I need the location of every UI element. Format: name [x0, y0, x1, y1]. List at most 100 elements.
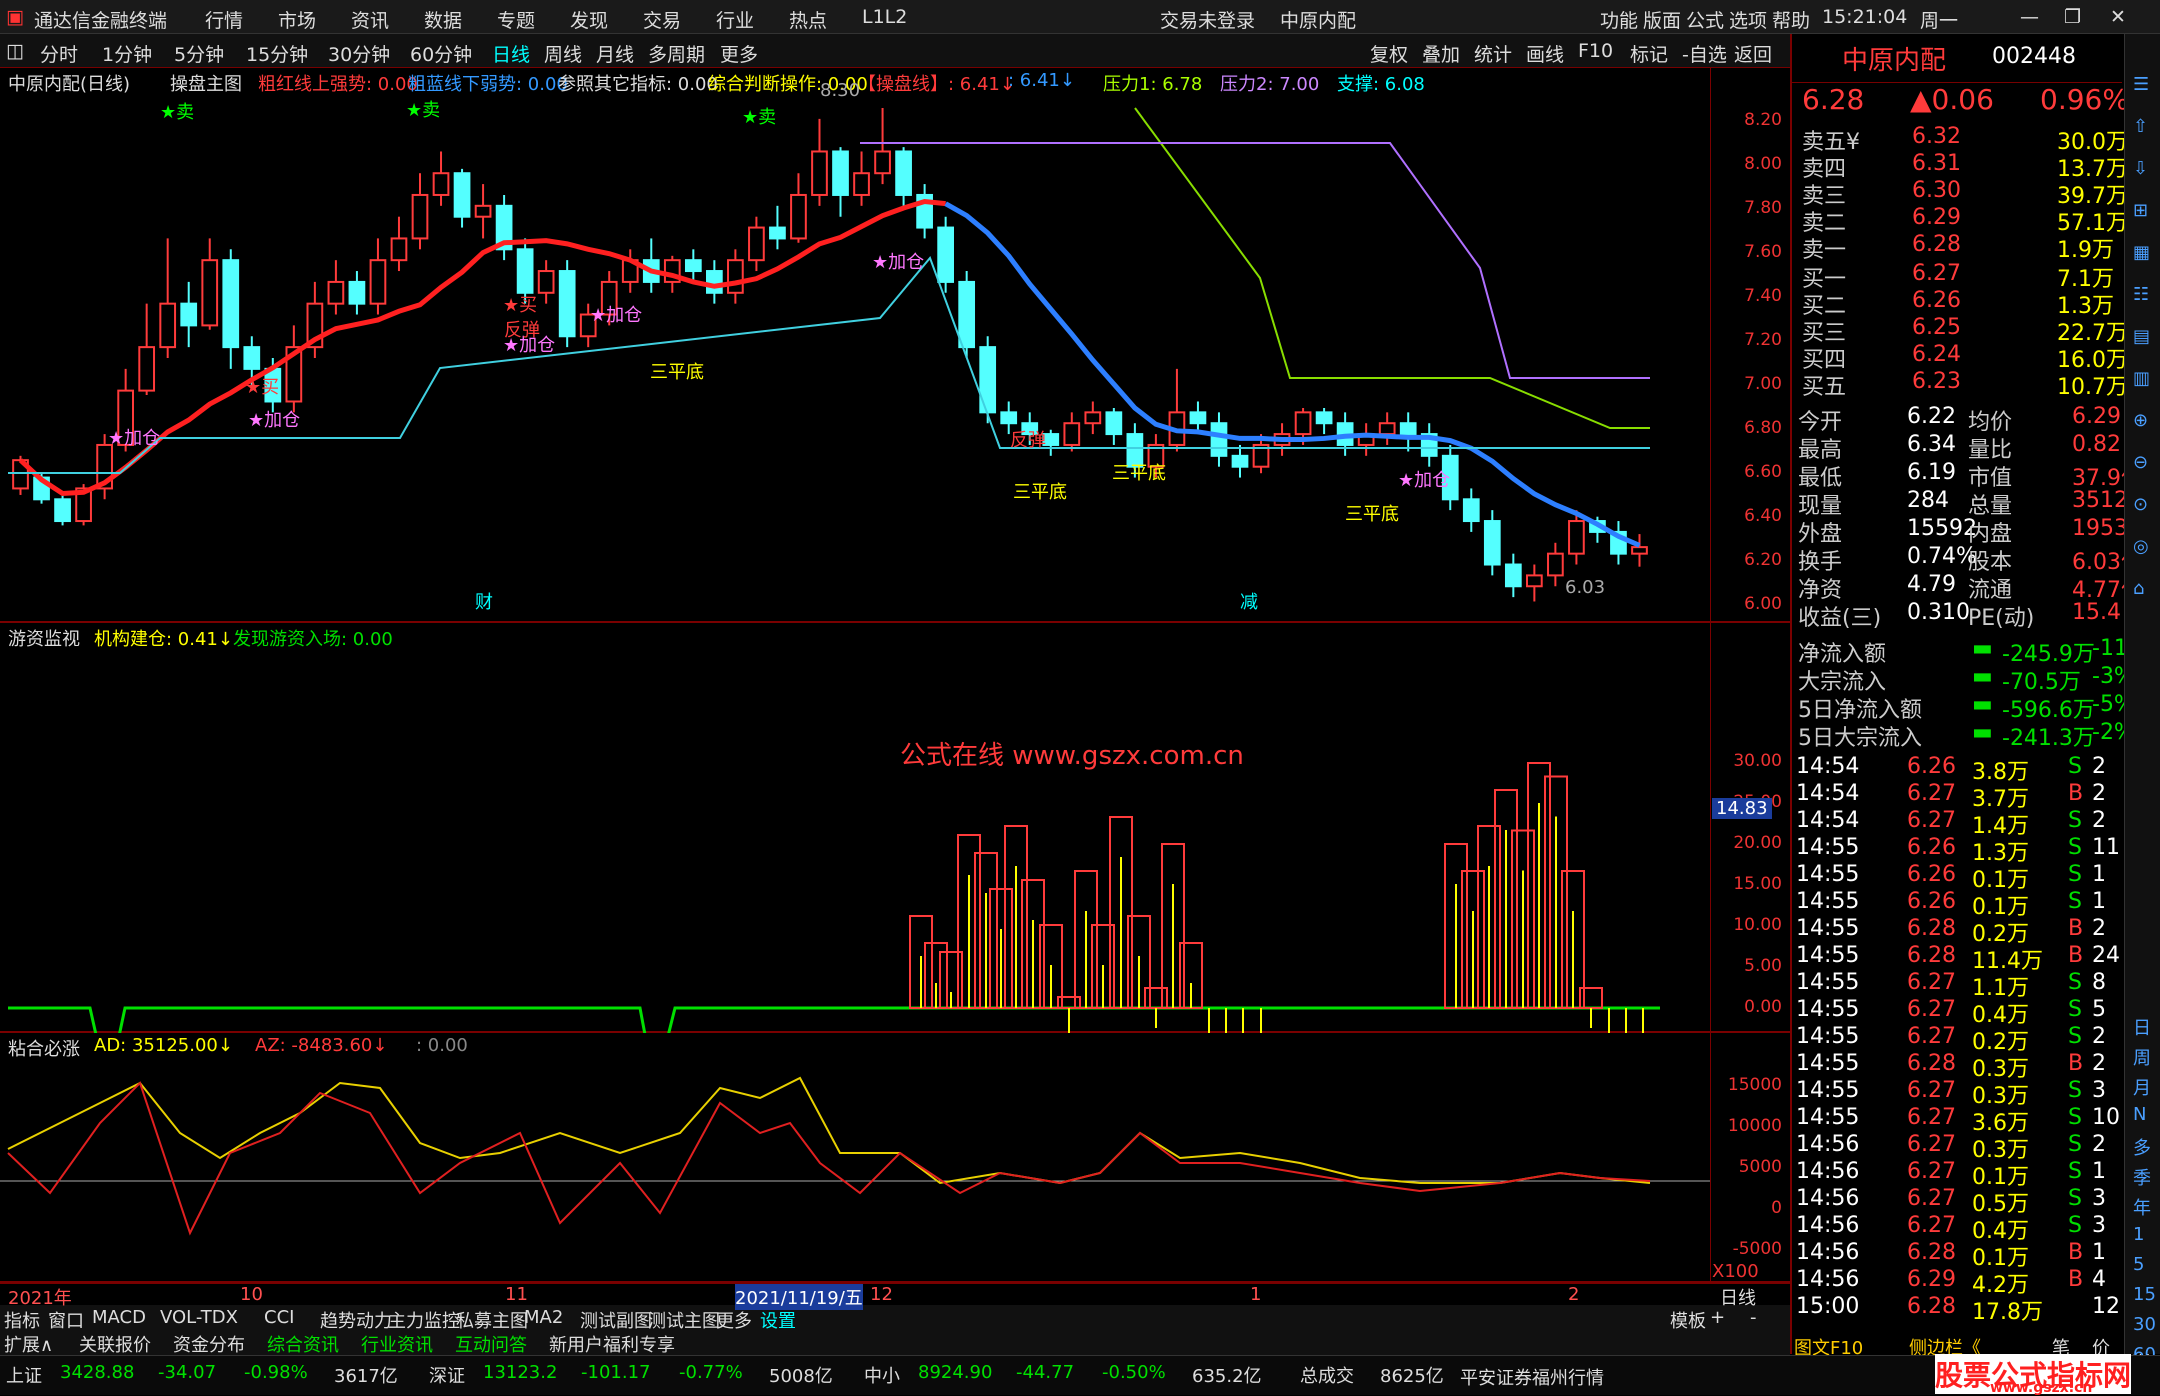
candlestick-chart[interactable]: ★卖 ★卖 ★卖★加仓★加仓★加仓★加仓★加仓★加仓★买★买反弹三平底三平底三平底三… [0, 68, 1710, 623]
indicator-tab[interactable]: 测试主图 [648, 1307, 720, 1333]
restore-icon[interactable]: ❐ [2064, 6, 2081, 28]
period-shortcut[interactable]: 周 [2133, 1044, 2151, 1070]
period-tab[interactable]: 日线 [492, 40, 530, 67]
tool-icon[interactable]: ▦ [2133, 242, 2150, 263]
indicator-tab[interactable]: 更多 [716, 1307, 752, 1333]
toolbar-button[interactable]: 返回 [1734, 40, 1772, 67]
tick-side: B [2068, 1051, 2084, 1076]
indicator-tab[interactable]: 窗口 [48, 1307, 84, 1333]
info-tab[interactable]: 互动问答 [455, 1331, 527, 1357]
tool-icon[interactable]: ⇩ [2133, 158, 2148, 179]
tool-icon[interactable]: ▤ [2133, 326, 2150, 347]
tool-icon[interactable]: ⊙ [2133, 494, 2148, 515]
period-shortcut[interactable]: 5 [2133, 1254, 2144, 1275]
info-tab[interactable]: 资金分布 [173, 1331, 245, 1357]
tool-icon[interactable]: ▥ [2133, 368, 2150, 389]
period-shortcut[interactable]: 年 [2133, 1194, 2151, 1220]
toolbar-button[interactable]: 复权 [1370, 40, 1408, 67]
period-tab[interactable]: 1分钟 [102, 40, 152, 67]
menu-item[interactable]: 功能 [1600, 6, 1638, 33]
menu-item[interactable]: 行业 [716, 6, 754, 33]
tool-icon[interactable]: ⌂ [2133, 578, 2144, 599]
window-icon[interactable]: ◫ [6, 40, 24, 62]
tool-icon[interactable]: ⊕ [2133, 410, 2148, 431]
period-tab[interactable]: 更多 [720, 40, 758, 67]
info-tab[interactable]: 综合资讯 [267, 1331, 339, 1357]
menu-item[interactable]: 帮助 [1772, 6, 1810, 33]
tick-row: 14:55 6.27 0.4万 S 5 [1792, 997, 2122, 1028]
indicator-pane-3[interactable]: 粘合必涨 AD: 35125.00↓ AZ: -8483.60↓: 0.00 150… [0, 1033, 1790, 1283]
tool-icon[interactable]: ☰ [2133, 74, 2149, 95]
menu-item[interactable]: 交易 [643, 6, 681, 33]
strong-line [18, 198, 946, 497]
period-shortcut[interactable]: 月 [2133, 1074, 2151, 1100]
indicator-tab[interactable]: MA2 [524, 1307, 563, 1328]
menu-item[interactable]: 专题 [497, 6, 535, 33]
menu-item[interactable]: 市场 [278, 6, 316, 33]
period-tab[interactable]: 多周期 [648, 40, 705, 67]
indicator-tab[interactable]: MACD [92, 1307, 146, 1328]
period-tab[interactable]: 周线 [544, 40, 582, 67]
period-shortcut[interactable]: 日 [2133, 1014, 2151, 1040]
indicator-tab[interactable]: CCI [264, 1307, 294, 1328]
period-tab[interactable]: 月线 [596, 40, 634, 67]
menu-item[interactable]: 行情 [205, 6, 243, 33]
period-shortcut[interactable]: N [2133, 1104, 2146, 1125]
stat-value: 284 [1907, 488, 1949, 513]
indicator-tab[interactable]: 私募主图 [456, 1307, 528, 1333]
toolbar-button[interactable]: 标记 [1630, 40, 1668, 67]
info-tab[interactable]: 关联报价 [79, 1331, 151, 1357]
close-icon[interactable]: ✕ [2110, 6, 2126, 28]
menu-item[interactable]: L1L2 [862, 6, 907, 28]
indicator-pane-2[interactable]: 游资监视 机构建仓: 0.41↓ 发现游资入场: 0.00 公式在线 www.gsz… [0, 623, 1790, 1033]
toolbar-button[interactable]: 画线 [1526, 40, 1564, 67]
info-tab[interactable]: 扩展∧ [4, 1331, 53, 1357]
period-shortcut[interactable]: 15 [2133, 1284, 2156, 1305]
menu-item[interactable]: 公式 [1686, 6, 1724, 33]
period-tab[interactable]: 30分钟 [328, 40, 390, 67]
menu-item[interactable]: 版面 [1643, 6, 1681, 33]
menu-item[interactable]: 选项 [1729, 6, 1767, 33]
indicator-tab[interactable]: 指标 [4, 1307, 40, 1333]
indicator-tab[interactable]: 趋势动力 [320, 1307, 392, 1333]
toolbar-button[interactable]: F10 [1578, 40, 1613, 62]
tick-side: S [2068, 1024, 2082, 1049]
tool-icon[interactable]: ☷ [2133, 284, 2149, 305]
period-shortcut[interactable]: 季 [2133, 1164, 2151, 1190]
period-tab[interactable]: 分时 [40, 40, 78, 67]
tick-price: 6.28 [1907, 1294, 1956, 1319]
indicator-tab[interactable]: 测试副图 [580, 1307, 652, 1333]
minimize-icon[interactable]: — [2020, 6, 2039, 28]
menu-item[interactable]: 发现 [570, 6, 608, 33]
login-status[interactable]: 交易未登录 [1160, 6, 1255, 33]
template-button[interactable]: - [1750, 1307, 1757, 1328]
fund-monitor-chart[interactable] [0, 623, 1710, 1033]
current-stock-title: 中原内配 [1280, 10, 1357, 32]
candle-body [453, 172, 471, 218]
tool-icon[interactable]: ◎ [2133, 536, 2149, 557]
menu-item[interactable]: 数据 [424, 6, 462, 33]
menu-item[interactable]: 资讯 [351, 6, 389, 33]
period-shortcut[interactable]: 30 [2133, 1314, 2156, 1335]
tool-icon[interactable]: ⊞ [2133, 200, 2148, 221]
toolbar-button[interactable]: 统计 [1474, 40, 1512, 67]
tool-icon[interactable]: ⇧ [2133, 116, 2148, 137]
indicator-tab[interactable]: VOL-TDX [160, 1307, 238, 1328]
adhesion-chart[interactable] [0, 1033, 1710, 1283]
info-tab[interactable]: 行业资讯 [361, 1331, 433, 1357]
indicator-tab[interactable]: 主力监控 [388, 1307, 460, 1333]
template-button[interactable]: + [1710, 1307, 1725, 1328]
toolbar-button[interactable]: 叠加 [1422, 40, 1460, 67]
period-tab[interactable]: 60分钟 [410, 40, 472, 67]
period-shortcut[interactable]: 多 [2133, 1134, 2151, 1160]
main-chart-pane[interactable]: 中原内配(日线) 操盘主图 粗红线上强势: 0.00 粗蓝线下弱势: 0.00 参照其它… [0, 68, 1790, 623]
template-button[interactable]: 模板 [1670, 1307, 1706, 1333]
period-shortcut[interactable]: 1 [2133, 1224, 2144, 1245]
info-tab[interactable]: 新用户福利专享 [549, 1331, 675, 1357]
toolbar-button[interactable]: -自选 [1682, 40, 1727, 67]
menu-item[interactable]: 热点 [789, 6, 827, 33]
tool-icon[interactable]: ⊖ [2133, 452, 2148, 473]
period-tab[interactable]: 5分钟 [174, 40, 224, 67]
indicator-tab[interactable]: 设置 [760, 1307, 796, 1333]
period-tab[interactable]: 15分钟 [246, 40, 308, 67]
